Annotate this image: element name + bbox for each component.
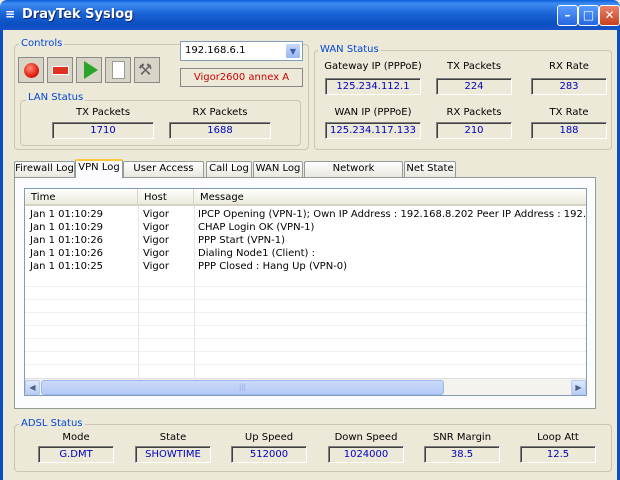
row-gridline (25, 338, 586, 339)
table-row[interactable]: Jan 1 01:10:25 Vigor PPP Closed : Hang U… (25, 260, 586, 273)
play-button[interactable] (76, 57, 102, 83)
wan-status-label: WAN Status (318, 44, 381, 55)
tab-wan-log[interactable]: WAN Log (253, 161, 303, 177)
window-title: DrayTek Syslog (22, 7, 134, 22)
syslog-window: ≡ DrayTek Syslog – □ ✕ Controls ⚒ 192.16… (0, 0, 620, 480)
row-gridline (25, 299, 586, 300)
adsl-status-label: ADSL Status (19, 418, 85, 429)
clear-log-button[interactable] (105, 57, 131, 83)
router-ip-value: 192.168.6.1 (185, 45, 246, 56)
row-host: Vigor (143, 222, 169, 233)
draytek-logo-icon: ≡ (5, 7, 16, 21)
close-button[interactable]: ✕ (599, 5, 620, 26)
stop-icon (52, 66, 69, 75)
play-icon (84, 61, 98, 79)
row-host: Vigor (143, 248, 169, 259)
wrench-icon: ⚒ (138, 60, 153, 79)
log-list[interactable]: Time Host Message Jan 1 01:10:29 Vigor I… (24, 188, 587, 396)
wan-rx-packets-value: 210 (436, 122, 512, 139)
wan-ip-value: 125.234.117.133 (325, 122, 421, 139)
wan-rx-rate-label: RX Rate (549, 61, 589, 72)
tab-firewall-log[interactable]: Firewall Log (14, 161, 75, 177)
adsl-loop-att-value: 12.5 (520, 446, 596, 463)
tab-user-access-log[interactable]: User Access Log (123, 161, 204, 188)
adsl-state-value: SHOWTIME (135, 446, 211, 463)
minimize-button[interactable]: – (557, 5, 578, 26)
row-host: Vigor (143, 261, 169, 272)
row-message: IPCP Opening (VPN-1); Own IP Address : 1… (198, 209, 587, 220)
table-row[interactable]: Jan 1 01:10:26 Vigor PPP Start (VPN-1) (25, 234, 586, 247)
page-icon (112, 61, 125, 79)
row-message: Dialing Node1 (Client) : (198, 248, 315, 259)
lan-status-label: LAN Status (26, 92, 86, 103)
wan-gateway-value: 125.234.112.1 (325, 78, 421, 95)
router-ip-select[interactable]: 192.168.6.1 ▼ (180, 41, 303, 61)
adsl-mode-value: G.DMT (38, 446, 114, 463)
title-bar[interactable]: ≡ DrayTek Syslog – □ ✕ (0, 0, 620, 30)
row-time: Jan 1 01:10:26 (30, 235, 104, 246)
router-model: Vigor2600 annex A (180, 68, 303, 87)
row-time: Jan 1 01:10:29 (30, 209, 104, 220)
wan-ip-label: WAN IP (PPPoE) (334, 107, 412, 118)
scroll-left-icon[interactable]: ◀ (25, 380, 40, 395)
adsl-loop-att-label: Loop Att (537, 432, 579, 443)
vpn-log-panel: Time Host Message Jan 1 01:10:29 Vigor I… (14, 177, 596, 409)
column-header-host[interactable]: Host (138, 189, 194, 206)
row-time: Jan 1 01:10:29 (30, 222, 104, 233)
row-host: Vigor (143, 235, 169, 246)
settings-button[interactable]: ⚒ (134, 57, 160, 83)
column-header-time[interactable]: Time (25, 189, 138, 206)
adsl-down-speed-value: 1024000 (328, 446, 404, 463)
tab-network-infomation[interactable]: Network Infomation (304, 161, 403, 188)
adsl-mode-label: Mode (62, 432, 90, 443)
scroll-right-icon[interactable]: ▶ (571, 380, 586, 395)
tab-call-log[interactable]: Call Log (206, 161, 252, 177)
wan-tx-rate-value: 188 (531, 122, 607, 139)
adsl-up-speed-label: Up Speed (244, 432, 294, 443)
maximize-button[interactable]: □ (578, 5, 599, 26)
record-button[interactable] (18, 57, 44, 83)
log-list-header: Time Host Message (25, 189, 586, 206)
wan-rx-packets-label: RX Packets (446, 107, 502, 118)
row-message: PPP Start (VPN-1) (198, 235, 286, 246)
tab-net-state[interactable]: Net State (404, 161, 456, 177)
lan-rx-label: RX Packets (192, 107, 248, 118)
row-gridline (25, 312, 586, 313)
row-gridline (25, 286, 586, 287)
row-time: Jan 1 01:10:25 (30, 261, 104, 272)
adsl-up-speed-value: 512000 (231, 446, 307, 463)
wan-gateway-label: Gateway IP (PPPoE) (324, 61, 422, 72)
row-gridline (25, 325, 586, 326)
window-frame-left (0, 30, 3, 480)
wan-rx-rate-value: 283 (531, 78, 607, 95)
row-time: Jan 1 01:10:26 (30, 248, 104, 259)
lan-tx-value: 1710 (52, 122, 154, 139)
tab-vpn-log[interactable]: VPN Log (75, 159, 123, 178)
table-row[interactable]: Jan 1 01:10:29 Vigor CHAP Login OK (VPN-… (25, 221, 586, 234)
table-row[interactable]: Jan 1 01:10:29 Vigor IPCP Opening (VPN-1… (25, 208, 586, 221)
scrollbar-thumb[interactable]: ||| (41, 380, 444, 395)
controls-group-label: Controls (19, 38, 65, 49)
row-host: Vigor (143, 209, 169, 220)
wan-tx-packets-label: TX Packets (446, 61, 502, 72)
adsl-down-speed-label: Down Speed (334, 432, 398, 443)
wan-tx-rate-label: TX Rate (549, 107, 589, 118)
stop-button[interactable] (47, 57, 73, 83)
row-gridline (25, 364, 586, 365)
column-header-message[interactable]: Message (194, 189, 586, 206)
adsl-snr-margin-value: 38.5 (424, 446, 500, 463)
adsl-snr-margin-label: SNR Margin (432, 432, 492, 443)
row-gridline (25, 351, 586, 352)
row-message: CHAP Login OK (VPN-1) (198, 222, 315, 233)
record-icon (24, 63, 39, 78)
table-row[interactable]: Jan 1 01:10:26 Vigor Dialing Node1 (Clie… (25, 247, 586, 260)
lan-tx-label: TX Packets (75, 107, 131, 118)
lan-rx-value: 1688 (169, 122, 271, 139)
horizontal-scrollbar[interactable]: ◀ ||| ▶ (25, 378, 586, 395)
chevron-down-icon[interactable]: ▼ (285, 43, 301, 59)
adsl-state-label: State (159, 432, 187, 443)
wan-tx-packets-value: 224 (436, 78, 512, 95)
row-message: PPP Closed : Hang Up (VPN-0) (198, 261, 348, 272)
